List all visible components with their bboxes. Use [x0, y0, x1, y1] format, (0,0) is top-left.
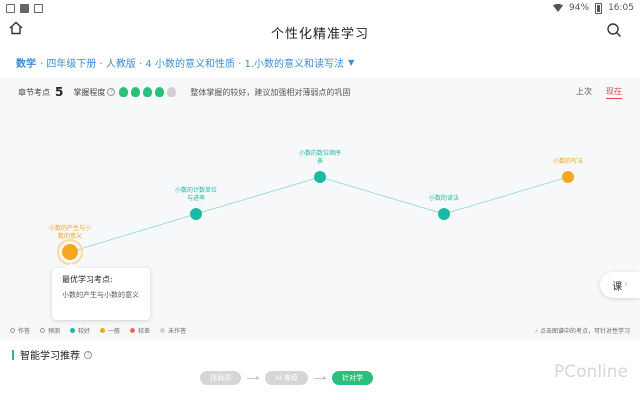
notification-download-icon	[20, 3, 29, 13]
legend-dot-icon	[160, 328, 166, 333]
tooltip-text: 小数的产生与小数的意义	[62, 291, 139, 299]
clock: 16:05	[608, 3, 634, 13]
graph-node[interactable]	[62, 244, 78, 260]
step-ai-recommend[interactable]: Ai 推荐	[265, 371, 308, 385]
tab-now[interactable]: 现在	[606, 86, 622, 99]
graph-node[interactable]	[562, 171, 574, 183]
top-bar: 个性化精准学习	[0, 18, 640, 46]
graph-hint-text: 点击图谱中的考点，可针对性学习	[539, 328, 630, 335]
page-title: 个性化精准学习	[270, 26, 369, 42]
legend-dot-icon	[70, 328, 76, 333]
legend-item: 较差	[130, 326, 150, 335]
graph-node-label: 小数的写法	[553, 157, 583, 165]
arrow-right-icon	[313, 375, 327, 380]
graph-node-label: 数的意义	[58, 232, 82, 240]
mastery-level-bulbs	[119, 87, 177, 97]
battery-percent: 94%	[569, 3, 590, 13]
mastery-summary-text: 整体掌握的较好，建议加强相对薄弱点的巩固	[190, 87, 351, 97]
legend-label: 较差	[138, 328, 151, 335]
notification-app-icon	[6, 3, 15, 13]
home-icon[interactable]	[8, 20, 24, 36]
legend-item: 较好	[70, 326, 90, 335]
summary-row: 章节考点 5 掌握程度 ? 整体掌握的较好，建议加强相对薄弱点的巩固	[18, 85, 351, 99]
graph-edge	[195, 176, 321, 215]
legend-item: 预测	[40, 326, 60, 335]
chapter-points-count: 5	[55, 85, 64, 99]
legend-dot-icon	[100, 328, 106, 333]
breadcrumb[interactable]: 数学 · 四年级下册 · 人教版 · 4 小数的意义和性质 · 1.小数的意义和…	[16, 55, 354, 70]
graph-node[interactable]	[438, 208, 450, 220]
course-button-label: 课	[612, 281, 623, 293]
info-icon[interactable]: ?	[107, 88, 116, 96]
legend-dot-icon	[10, 328, 15, 333]
graph-node-label: 表	[317, 157, 323, 165]
graph-node-label: 小数的读法	[429, 194, 459, 202]
recommend-section-title: 智能学习推荐 ?	[12, 347, 96, 362]
legend-label: 未作答	[168, 328, 187, 335]
graph-edge	[319, 176, 445, 215]
section-accent-bar	[12, 349, 14, 360]
tooltip-title: 最优学习考点:	[62, 275, 113, 284]
legend-label: 较好	[78, 328, 91, 335]
legend-item: 未作答	[160, 326, 186, 335]
recommend-steps: 找弱项 Ai 推荐 针对学	[200, 371, 373, 385]
search-icon[interactable]	[606, 22, 622, 38]
breadcrumb-path: · 四年级下册 · 人教版 · 4 小数的意义和性质 · 1.小数的意义和读写法	[40, 59, 345, 70]
compare-tabs: 上次 现在	[576, 86, 622, 99]
battery-icon	[595, 2, 603, 14]
lightbulb-icon	[167, 87, 177, 97]
arrow-right-icon	[247, 375, 260, 380]
chapter-points-label: 章节考点	[18, 87, 50, 97]
notification-image-icon	[34, 3, 43, 13]
step-find-weakness[interactable]: 找弱项	[200, 371, 241, 385]
graph-hint: ☝ 点击图谱中的考点，可针对性学习	[534, 326, 630, 335]
hand-pointer-icon: ☝	[534, 328, 539, 335]
legend-item: 一般	[100, 326, 120, 335]
lightbulb-icon	[119, 87, 129, 97]
legend-label: 预测	[48, 328, 61, 335]
chevron-right-icon: ›	[624, 280, 628, 290]
legend-label: 一般	[108, 328, 121, 335]
graph-node[interactable]	[190, 208, 202, 220]
graph-edge	[69, 213, 197, 253]
info-icon[interactable]: ?	[84, 350, 92, 359]
graph-node-label: 与进率	[187, 194, 205, 202]
notification-icons	[6, 3, 43, 13]
mastery-label: 掌握程度	[73, 87, 106, 97]
lightbulb-icon	[143, 87, 153, 97]
recommend-title: 智能学习推荐	[20, 351, 80, 362]
watermark-logo: PConline	[554, 362, 628, 382]
course-button[interactable]: 课 ›	[600, 272, 640, 298]
chevron-down-icon: ▼	[348, 58, 355, 67]
status-bar: 94% 16:05	[0, 0, 640, 16]
graph-node-label: 小数的产生与小	[49, 224, 91, 232]
breadcrumb-subject: 数学	[16, 59, 36, 70]
graph-node-label: 小数的计数单位	[175, 186, 217, 194]
legend-item: 作答	[10, 326, 30, 335]
legend-dot-icon	[40, 328, 46, 333]
graph-node[interactable]	[314, 171, 326, 183]
lightbulb-icon	[155, 87, 165, 97]
lightbulb-icon	[131, 87, 141, 97]
graph-edge	[443, 176, 569, 215]
tab-last-time[interactable]: 上次	[576, 86, 592, 99]
best-point-tooltip: 最优学习考点: 小数的产生与小数的意义	[52, 263, 150, 320]
wifi-icon	[553, 4, 564, 12]
step-targeted-study[interactable]: 针对学	[331, 371, 373, 385]
graph-node-label: 小数的数位顺序	[299, 149, 341, 157]
legend-dot-icon	[130, 328, 136, 333]
graph-legend: 作答 预测 较好 一般 较差 未作答	[10, 326, 186, 335]
legend-label: 作答	[18, 328, 31, 335]
